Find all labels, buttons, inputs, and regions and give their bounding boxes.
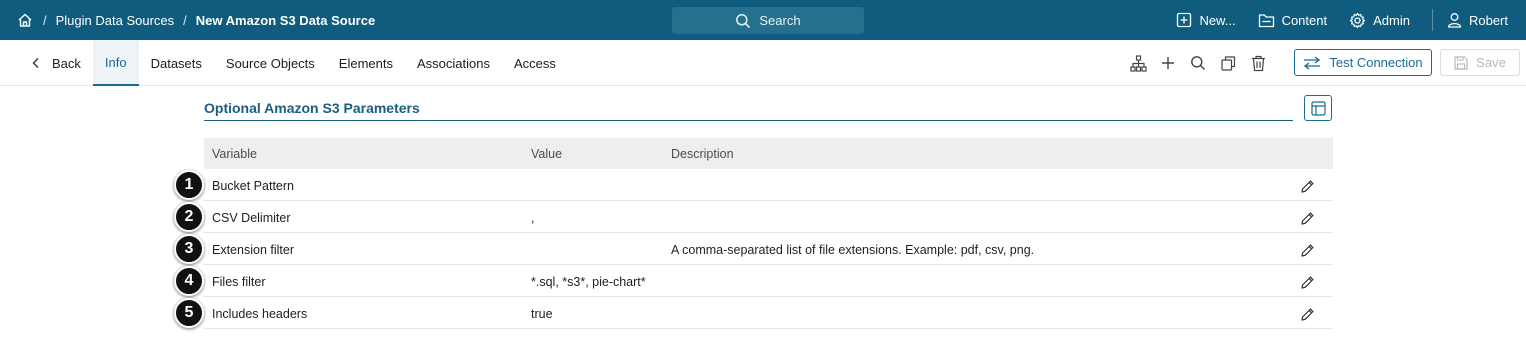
save-label: Save	[1476, 55, 1506, 70]
save-icon	[1454, 55, 1468, 70]
search-icon[interactable]	[1188, 53, 1208, 73]
edit-pencil-icon[interactable]	[1298, 305, 1316, 323]
tab-list: Back Info Datasets Source Objects Elemen…	[20, 40, 568, 86]
table-row[interactable]: 2 CSV Delimiter ,	[174, 201, 1333, 233]
user-name-label: Robert	[1468, 12, 1508, 28]
hierarchy-icon[interactable]	[1128, 53, 1148, 73]
tab-bar: Back Info Datasets Source Objects Elemen…	[0, 40, 1526, 86]
save-button[interactable]: Save	[1440, 49, 1520, 76]
table-header: Variable Value Description	[204, 138, 1333, 169]
top-navigation-bar: / Plugin Data Sources / New Amazon S3 Da…	[0, 0, 1526, 40]
back-label: Back	[52, 55, 81, 71]
step-badge: 4	[174, 266, 204, 296]
folder-icon	[1258, 13, 1274, 27]
test-connection-label: Test Connection	[1329, 55, 1423, 70]
breadcrumb: / Plugin Data Sources / New Amazon S3 Da…	[16, 0, 375, 40]
value-cell: ,	[531, 211, 535, 225]
table-layout-button[interactable]	[1304, 95, 1332, 121]
variable-cell: Files filter	[212, 275, 266, 289]
value-cell: true	[531, 307, 553, 321]
edit-pencil-icon[interactable]	[1298, 273, 1316, 291]
step-badge: 3	[174, 234, 204, 264]
search-icon	[736, 13, 751, 28]
section-divider	[204, 120, 1293, 121]
variable-cell: CSV Delimiter	[212, 211, 291, 225]
content-menu-label: Content	[1281, 12, 1328, 28]
plus-square-icon	[1177, 12, 1192, 28]
add-icon[interactable]	[1158, 53, 1178, 73]
new-menu-button[interactable]: New...	[1176, 12, 1236, 28]
new-menu-label: New...	[1199, 12, 1236, 28]
search-label: Search	[759, 13, 801, 28]
gear-icon	[1350, 12, 1366, 28]
variable-cell: Includes headers	[212, 307, 308, 321]
step-badge: 2	[174, 202, 204, 232]
global-search-button[interactable]: Search	[672, 7, 864, 34]
column-header-value[interactable]: Value	[531, 147, 562, 161]
description-cell: A comma-separated list of file extension…	[671, 243, 1035, 257]
admin-menu-label: Admin	[1373, 12, 1410, 28]
trash-icon[interactable]	[1248, 53, 1268, 73]
edit-pencil-icon[interactable]	[1298, 209, 1316, 227]
edit-pencil-icon[interactable]	[1298, 177, 1316, 195]
user-icon	[1447, 13, 1462, 28]
admin-menu-button[interactable]: Admin	[1349, 12, 1410, 29]
step-badge: 5	[174, 298, 204, 328]
step-badge: 1	[174, 170, 204, 200]
variable-cell: Bucket Pattern	[212, 179, 294, 193]
table-row[interactable]: 3 Extension filter A comma-separated lis…	[174, 233, 1333, 265]
column-header-description[interactable]: Description	[671, 147, 734, 161]
swap-arrows-icon	[1304, 55, 1321, 70]
breadcrumb-separator: /	[183, 12, 187, 28]
tab-source-objects[interactable]: Source Objects	[214, 40, 327, 86]
breadcrumb-separator: /	[43, 12, 47, 28]
tab-elements[interactable]: Elements	[327, 40, 405, 86]
table-layout-icon	[1310, 100, 1326, 116]
table-row[interactable]: 1 Bucket Pattern	[174, 169, 1333, 201]
content-menu-button[interactable]: Content	[1258, 12, 1328, 28]
back-button[interactable]: Back	[20, 40, 93, 86]
section-title: Optional Amazon S3 Parameters	[204, 100, 420, 116]
divider	[1431, 9, 1433, 31]
top-right-menu: New... Content Admin Robert	[1176, 0, 1526, 40]
variable-cell: Extension filter	[212, 243, 294, 257]
tab-datasets[interactable]: Datasets	[139, 40, 214, 86]
toolbar-icons	[1128, 52, 1278, 74]
value-cell: *.sql, *s3*, pie-chart*	[531, 275, 646, 289]
table-row[interactable]: 4 Files filter *.sql, *s3*, pie-chart*	[174, 265, 1333, 297]
breadcrumb-plugin-data-sources[interactable]: Plugin Data Sources	[56, 13, 175, 28]
table-row[interactable]: 5 Includes headers true	[174, 297, 1333, 329]
user-menu-button[interactable]: Robert	[1447, 12, 1508, 28]
tab-access[interactable]: Access	[502, 40, 568, 86]
edit-pencil-icon[interactable]	[1298, 241, 1316, 259]
copy-icon[interactable]	[1218, 53, 1238, 73]
breadcrumb-current-page: New Amazon S3 Data Source	[195, 12, 376, 28]
chevron-left-icon	[32, 58, 39, 68]
tab-info[interactable]: Info	[92, 40, 139, 86]
column-header-variable[interactable]: Variable	[212, 147, 257, 161]
tab-associations[interactable]: Associations	[405, 40, 502, 86]
test-connection-button[interactable]: Test Connection	[1294, 49, 1432, 76]
home-icon[interactable]	[16, 11, 34, 29]
